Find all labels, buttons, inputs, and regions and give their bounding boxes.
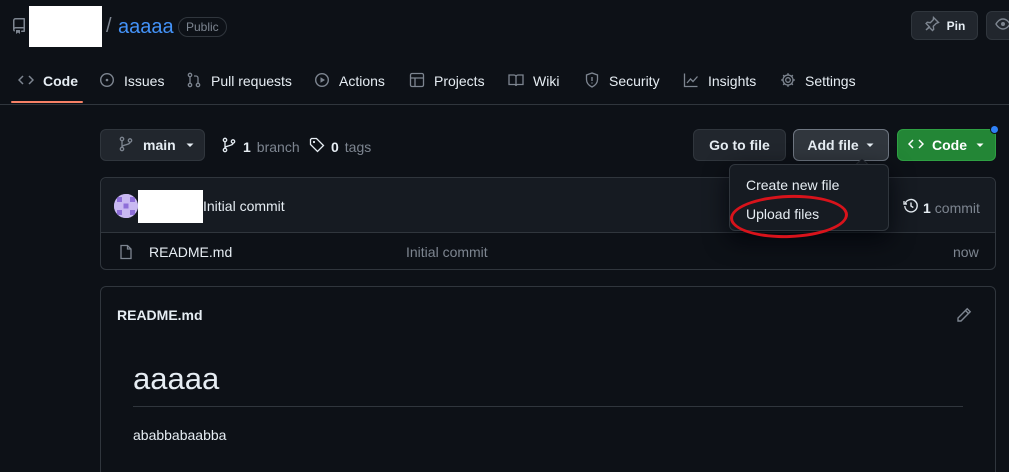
visibility-badge: Public [178, 17, 227, 37]
file-name-link[interactable]: README.md [149, 244, 232, 260]
tab-code[interactable]: Code [17, 71, 78, 91]
redacted-owner-name[interactable] [29, 6, 102, 47]
commit-count-label: commit [934, 199, 980, 216]
code-button-label: Code [932, 137, 967, 153]
tag-icon [309, 137, 325, 156]
tab-actions[interactable]: Actions [314, 71, 385, 91]
branch-count-number: 1 [243, 138, 251, 155]
chevron-down-icon [865, 137, 875, 153]
code-icon [907, 136, 925, 155]
code-button[interactable]: Code [897, 129, 996, 161]
chevron-down-icon [185, 137, 195, 153]
issue-opened-icon [99, 72, 115, 91]
file-commit-time: now [953, 244, 979, 260]
readme-body-text: ababbabaabba [133, 427, 227, 443]
avatar[interactable] [114, 194, 138, 218]
chevron-down-icon [975, 137, 985, 153]
go-to-file-button[interactable]: Go to file [693, 129, 786, 161]
repo-name-link[interactable]: aaaaa [118, 16, 174, 39]
readme-panel: README.md aaaaa ababbabaabba [100, 286, 996, 472]
tab-projects[interactable]: Projects [409, 71, 485, 91]
graph-icon [683, 72, 699, 91]
table-icon [409, 72, 425, 91]
tab-security[interactable]: Security [584, 71, 660, 91]
tab-wiki[interactable]: Wiki [508, 71, 559, 91]
tab-insights-label: Insights [708, 73, 757, 89]
latest-commit-message[interactable]: Initial commit [203, 198, 285, 214]
pin-button[interactable]: Pin [911, 11, 978, 40]
shield-icon [584, 71, 600, 91]
tag-count-label: tags [344, 138, 372, 155]
branch-name: main [143, 137, 176, 153]
commit-count-number: 1 [923, 199, 931, 216]
commit-history-link[interactable]: 1 commit [903, 198, 980, 217]
git-branch-icon [221, 137, 237, 156]
readme-heading: aaaaa [133, 361, 220, 396]
pin-icon [924, 15, 940, 35]
readme-title-link[interactable]: README.md [117, 307, 203, 323]
play-icon [314, 72, 330, 91]
repo-nav: Code Issues Pull requests Actions Projec… [0, 55, 1009, 105]
eye-icon [995, 16, 1009, 35]
tab-wiki-label: Wiki [533, 73, 560, 89]
repo-header: / aaaaa Public Pin [0, 0, 1009, 55]
add-file-label: Add file [807, 137, 859, 153]
tags-link[interactable]: 0 tags [309, 137, 371, 156]
tag-count-number: 0 [331, 138, 339, 155]
git-pull-request-icon [186, 72, 202, 91]
gear-icon [780, 72, 796, 91]
file-commit-message[interactable]: Initial commit [406, 244, 488, 260]
file-icon [118, 244, 134, 263]
branch-count-label: branch [256, 138, 300, 155]
tab-settings-label: Settings [805, 73, 856, 89]
table-row[interactable]: README.md Initial commit now [101, 233, 995, 271]
book-icon [508, 72, 524, 91]
tab-projects-label: Projects [434, 73, 485, 89]
tab-insights[interactable]: Insights [683, 71, 756, 91]
heading-divider [133, 406, 963, 407]
watch-button[interactable] [986, 11, 1009, 40]
tab-actions-label: Actions [339, 73, 385, 89]
code-icon [17, 72, 35, 91]
tab-settings[interactable]: Settings [780, 71, 856, 91]
tab-code-label: Code [43, 73, 78, 89]
tab-issues[interactable]: Issues [99, 71, 164, 91]
active-tab-underline [11, 101, 83, 103]
git-branch-icon [118, 136, 134, 155]
path-separator: / [106, 15, 112, 37]
add-file-button[interactable]: Add file [793, 129, 889, 161]
history-icon [903, 198, 919, 217]
branches-link[interactable]: 1 branch [221, 137, 300, 156]
tab-pull-requests-label: Pull requests [211, 73, 292, 89]
tab-pull-requests[interactable]: Pull requests [186, 71, 292, 91]
repo-icon [11, 18, 27, 34]
create-new-file-menu-item[interactable]: Create new file [746, 177, 839, 193]
notification-dot [990, 125, 999, 134]
pin-label: Pin [946, 18, 966, 33]
tab-security-label: Security [609, 73, 660, 89]
redacted-author-name[interactable] [138, 190, 203, 223]
branch-selector-button[interactable]: main [100, 129, 205, 161]
tab-issues-label: Issues [124, 73, 165, 89]
pencil-icon[interactable] [956, 307, 972, 326]
